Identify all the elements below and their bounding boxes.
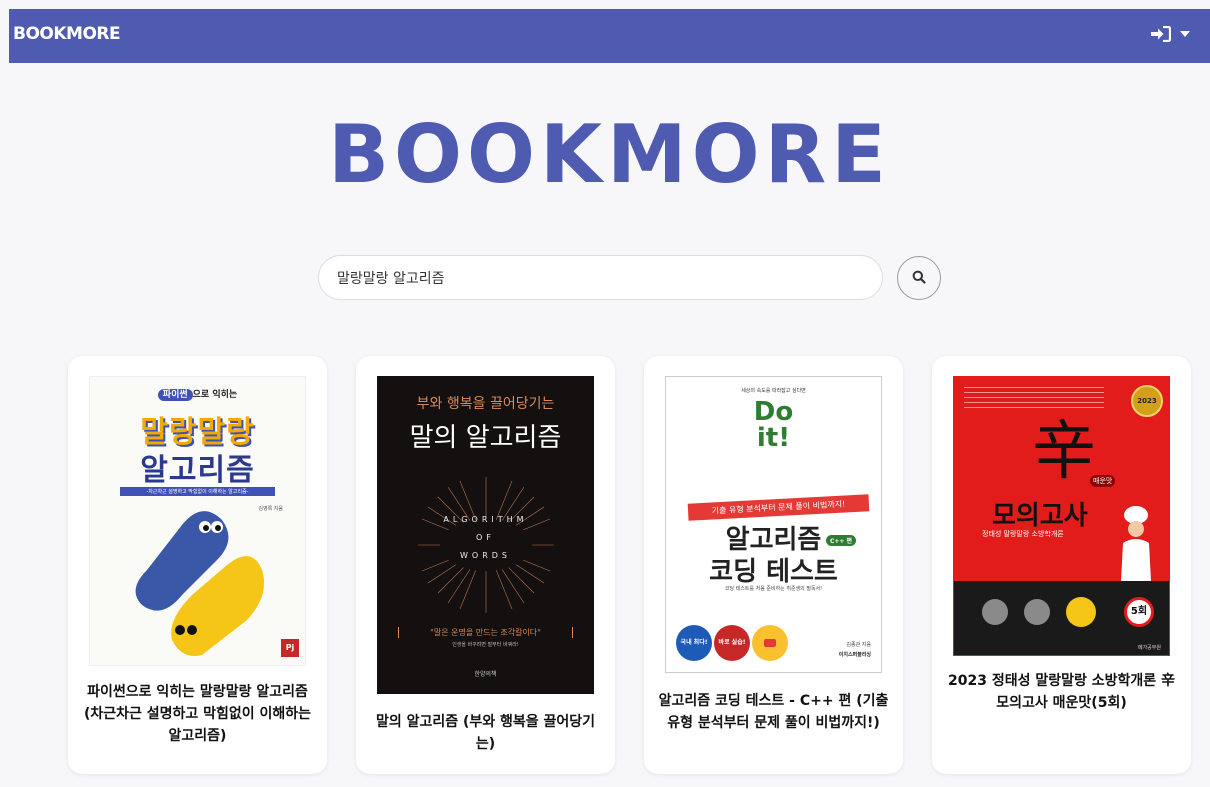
doit-logo-1: Do xyxy=(753,397,794,427)
search-button[interactable] xyxy=(897,256,941,300)
cover-subtitle: 정태성 말랑말랑 소방학개론 xyxy=(982,530,1064,538)
python-logo-illustration xyxy=(135,511,265,656)
cover-topline: 부와 행복을 끌어당기는 xyxy=(416,396,555,412)
cover-circle-3 xyxy=(752,625,788,661)
book-card[interactable]: 부와 행복을 끌어당기는 말의 알고리즘 ALGORITHM OF WORDS … xyxy=(356,356,615,774)
cover-quote: "말은 운명을 만드는 조각칼이다" xyxy=(398,627,573,638)
cover-fineprint xyxy=(964,387,1104,411)
book-cover-image[interactable]: 파이썬 으로 익히는 말랑말랑 알고리즘 -차근차근 설명하고 막힘없이 이해하는… xyxy=(89,376,306,666)
count-badge-label: 5회 xyxy=(1130,606,1148,617)
cover-tag-suffix: 으로 익히는 xyxy=(192,390,238,400)
cover-quote-sub: 인생을 바꾸려면 말부터 바꿔라! xyxy=(452,642,519,648)
cover-badge: C++ 편 xyxy=(826,535,857,546)
book-card[interactable]: 세상의 속도를 따라잡고 싶다면 Do it! 기출 유형 분석부터 문제 풀이… xyxy=(644,356,903,774)
cover-circle-1: 국내 최다! xyxy=(676,625,712,661)
cover-title-2: 알고리즘 xyxy=(140,453,255,488)
play-icon xyxy=(764,639,776,647)
count-badge: 5회 xyxy=(1124,597,1154,627)
doit-logo-2: it! xyxy=(756,423,791,453)
book-card[interactable]: 2023 辛 매운맛 모의고사 정태성 말랑말랑 소방학개론 5회 메가공무원 … xyxy=(932,356,1191,774)
cover-big-char: 辛 xyxy=(1032,415,1096,489)
book-cover-image[interactable]: 2023 辛 매운맛 모의고사 정태성 말랑말랑 소방학개론 5회 메가공무원 xyxy=(953,376,1170,656)
cover-center-3: WORDS xyxy=(459,551,511,560)
cover-spicy-label: 매운맛 xyxy=(1090,475,1116,487)
cover-author: 김종관 지음 xyxy=(846,642,871,648)
cover-title: 모의고사 xyxy=(992,501,1088,531)
step-circle-1 xyxy=(982,599,1008,625)
chef-illustration xyxy=(1121,506,1151,581)
cover-publisher: 이지스퍼블리싱 xyxy=(838,652,871,658)
circle-2-label: 바로 실습! xyxy=(718,639,746,646)
top-navbar: BOOKMORE xyxy=(9,9,1210,63)
cover-title-2: 코딩 테스트 xyxy=(709,557,838,587)
brand-logo[interactable]: BOOKMORE xyxy=(13,24,121,44)
book-title[interactable]: 말의 알고리즘 (부와 행복을 끌어당기는) xyxy=(370,711,601,755)
caret-down-icon xyxy=(1180,31,1190,37)
cover-desc: 코딩 테스트를 처음 준비하는 취준생의 필독서! xyxy=(724,586,823,592)
step-circle-2 xyxy=(1024,599,1050,625)
cover-tag: 파이썬 xyxy=(157,389,193,401)
cover-title: 말의 알고리즘 xyxy=(409,423,562,453)
cover-center-2: OF xyxy=(476,533,495,542)
circle-1-label: 국내 최다! xyxy=(680,639,708,646)
cover-ribbon: 기출 유형 분석부터 문제 풀이 비법까지! xyxy=(687,494,870,521)
book-title[interactable]: 2023 정태성 말랑말랑 소방학개론 辛모의고사 매운맛(5회) xyxy=(946,670,1177,714)
book-title[interactable]: 알고리즘 코딩 테스트 - C++ 편 (기출 유형 분석부터 문제 풀이 비법… xyxy=(658,690,889,734)
sign-in-icon xyxy=(1151,26,1171,42)
search-icon xyxy=(912,269,926,288)
cover-circle-2: 바로 실습! xyxy=(714,625,750,661)
cover-publisher: 메가공무원 xyxy=(1137,645,1161,651)
hero-logo: BOOKMORE xyxy=(328,108,891,201)
step-circle-3 xyxy=(1066,597,1096,627)
year-seal-badge: 2023 xyxy=(1131,385,1163,417)
publisher-mark: Pj xyxy=(281,639,299,657)
year-badge-label: 2023 xyxy=(1137,397,1157,405)
book-cover-image[interactable]: 세상의 속도를 따라잡고 싶다면 Do it! 기출 유형 분석부터 문제 풀이… xyxy=(665,376,882,673)
book-title[interactable]: 파이썬으로 익히는 말랑말랑 알고리즘 (차근차근 설명하고 막힘없이 이해하는… xyxy=(82,681,313,747)
search-input[interactable] xyxy=(318,255,883,300)
login-dropdown[interactable] xyxy=(1151,26,1190,42)
radiating-lines-illustration xyxy=(418,477,554,613)
book-cover-image[interactable]: 부와 행복을 끌어당기는 말의 알고리즘 ALGORITHM OF WORDS … xyxy=(377,376,594,694)
browser-viewport: BOOKMORE BOOKMORE 파이썬으 xyxy=(9,9,1210,787)
book-card[interactable]: 파이썬 으로 익히는 말랑말랑 알고리즘 -차근차근 설명하고 막힘없이 이해하는… xyxy=(68,356,327,774)
cover-publisher: 한양의책 xyxy=(474,671,497,678)
cover-center-1: ALGORITHM xyxy=(443,515,528,524)
cover-small-top: 세상의 속도를 따라잡고 싶다면 xyxy=(741,388,806,394)
